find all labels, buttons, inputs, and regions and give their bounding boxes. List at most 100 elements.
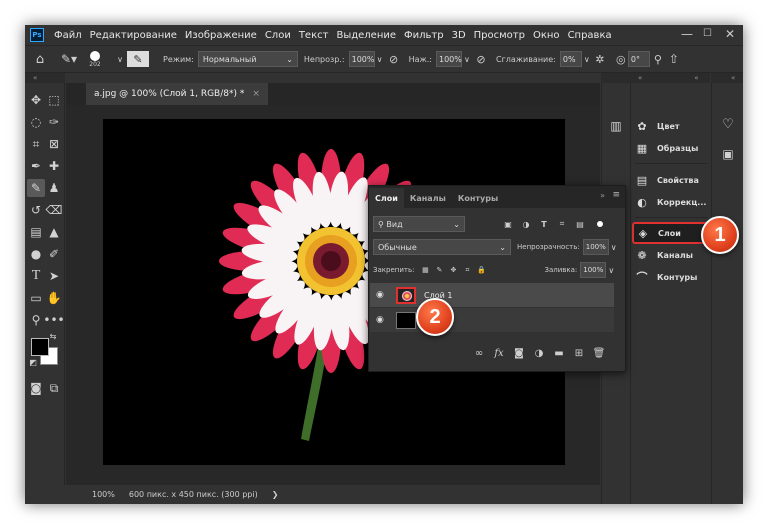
eraser-tool-icon[interactable]: ⌫ <box>45 201 63 219</box>
panel-menu-icon[interactable]: ≡ <box>612 190 620 200</box>
zoom-level[interactable]: 100% <box>92 490 115 499</box>
document-tab[interactable]: a.jpg @ 100% (Слой 1, RGB/8*) * × <box>86 83 268 105</box>
menu-help[interactable]: Справка <box>564 30 616 41</box>
swap-colors-icon[interactable]: ⇆ <box>47 331 59 341</box>
angle-input[interactable]: 0° <box>627 51 650 67</box>
lock-artboard-icon[interactable]: ⌗ <box>460 266 474 275</box>
tab-layers[interactable]: Слои <box>369 188 404 208</box>
hand-tool-icon[interactable]: ✋ <box>45 289 63 307</box>
chevron-down-icon[interactable]: ∨ <box>606 266 616 275</box>
menu-window[interactable]: Окно <box>529 30 564 41</box>
chevron-down-icon[interactable]: ∨ <box>582 55 592 64</box>
lock-all-icon[interactable]: 🔒 <box>474 266 488 274</box>
layer-row[interactable]: ◉ Слой 1 <box>370 283 614 307</box>
airbrush-icon[interactable]: ⊘ <box>472 53 490 66</box>
marquee-tool-icon[interactable]: ⬚ <box>45 91 63 109</box>
panels-collapse-strip[interactable]: «« <box>601 73 710 83</box>
menu-select[interactable]: Выделение <box>332 30 400 41</box>
rectangle-tool-icon[interactable]: ▭ <box>27 289 45 307</box>
lock-transparent-icon[interactable]: ▦ <box>418 266 432 274</box>
menu-view[interactable]: Просмотр <box>470 30 529 41</box>
menu-3d[interactable]: 3D <box>448 30 470 41</box>
layer-row[interactable]: ◉ <box>370 308 614 332</box>
gear-icon[interactable]: ✲ <box>592 53 608 66</box>
move-tool-icon[interactable]: ✥ <box>27 91 45 109</box>
menu-image[interactable]: Изображение <box>181 30 261 41</box>
add-mask-icon[interactable]: ◙ <box>509 348 529 359</box>
visibility-eye-icon[interactable]: ◉ <box>376 290 390 300</box>
home-icon[interactable]: ⌂ <box>25 52 55 67</box>
new-adjustment-layer-icon[interactable]: ◑ <box>529 348 549 359</box>
dodge-tool-icon[interactable]: ● <box>27 245 45 263</box>
new-group-icon[interactable]: ▬ <box>549 348 569 359</box>
panel-channels[interactable]: ❁ Каналы <box>633 244 709 266</box>
visibility-eye-icon[interactable]: ◉ <box>376 315 390 325</box>
blur-tool-icon[interactable]: ▲ <box>45 223 63 241</box>
panel-swatches[interactable]: ▦ Образцы <box>633 137 709 159</box>
close-tab-icon[interactable]: × <box>252 89 260 99</box>
quick-select-tool-icon[interactable]: ✑ <box>45 113 63 131</box>
link-layers-icon[interactable]: ∞ <box>469 348 489 359</box>
collapse-panel-icon[interactable]: » <box>600 191 605 200</box>
chevron-down-icon[interactable]: ∨ <box>113 55 127 64</box>
type-tool-icon[interactable]: T <box>27 267 45 285</box>
pressure-input[interactable]: 100% <box>435 51 462 67</box>
blend-mode-select[interactable]: Обычные ⌄ <box>373 239 511 255</box>
panel-layers[interactable]: ◈ Слои <box>632 222 710 244</box>
filter-type-icon[interactable]: T <box>535 220 553 229</box>
layer-thumbnail[interactable] <box>396 286 416 304</box>
status-menu-arrow-icon[interactable]: ❯ <box>272 490 279 499</box>
healing-brush-tool-icon[interactable]: ✚ <box>45 157 63 175</box>
fill-input[interactable]: 100% <box>580 262 607 278</box>
lasso-tool-icon[interactable]: ◌ <box>27 113 45 131</box>
eyedropper-tool-icon[interactable]: ✒ <box>27 157 45 175</box>
menu-layers[interactable]: Слои <box>261 30 295 41</box>
panels-expand-strip[interactable]: « <box>711 73 743 83</box>
chevron-down-icon[interactable]: ∨ <box>375 55 385 64</box>
brush-settings-icon[interactable]: ✎ <box>127 51 149 67</box>
toolbar-collapse-strip[interactable]: « <box>25 73 65 83</box>
screen-mode-icon[interactable]: ⧉ <box>45 379 63 397</box>
lock-image-icon[interactable]: ✎ <box>432 266 446 274</box>
panel-paths[interactable]: ⌒ Контуры <box>633 266 709 288</box>
minimize-button[interactable]: — <box>681 27 693 41</box>
layer-filter-select[interactable]: ⚲ Вид ⌄ <box>373 216 465 232</box>
maximize-button[interactable]: ☐ <box>703 28 712 39</box>
brush-tool-icon[interactable]: ✎ <box>27 179 45 197</box>
new-layer-icon[interactable]: ⊞ <box>569 348 589 359</box>
libraries-icon[interactable]: ▣ <box>719 145 737 163</box>
panel-color[interactable]: ✿ Цвет <box>633 115 709 137</box>
brush-size-picker[interactable]: 202 <box>83 50 107 68</box>
opacity-input[interactable]: 100% <box>348 51 375 67</box>
filter-pixel-icon[interactable]: ▣ <box>499 220 517 229</box>
mode-select[interactable]: Нормальный ⌄ <box>197 51 298 67</box>
frame-tool-icon[interactable]: ⊠ <box>45 135 63 153</box>
gradient-tool-icon[interactable]: ▤ <box>27 223 45 241</box>
layer-style-icon[interactable]: fx <box>489 348 509 359</box>
smoothing-input[interactable]: 0% <box>559 51 582 67</box>
panel-properties[interactable]: ▤ Свойства <box>633 169 709 191</box>
lock-position-icon[interactable]: ✥ <box>446 266 460 274</box>
menu-filter[interactable]: Фильтр <box>400 30 448 41</box>
delete-layer-icon[interactable]: 🗑 <box>589 348 609 359</box>
panel-adjustments[interactable]: ◐ Коррекц... <box>633 191 709 213</box>
share-icon[interactable]: ⇧ <box>666 52 682 66</box>
filter-adjustment-icon[interactable]: ◑ <box>517 220 535 229</box>
pressure-opacity-icon[interactable]: ⊘ <box>385 53 403 66</box>
path-selection-tool-icon[interactable]: ➤ <box>45 267 63 285</box>
pen-tool-icon[interactable]: ✐ <box>45 245 63 263</box>
history-brush-tool-icon[interactable]: ↺ <box>27 201 45 219</box>
tab-channels[interactable]: Каналы <box>404 188 452 208</box>
history-panel-icon[interactable]: ▥ <box>607 117 625 135</box>
close-button[interactable]: ✕ <box>725 27 735 41</box>
menu-file[interactable]: Файл <box>50 30 86 41</box>
layer-thumbnail[interactable] <box>396 311 416 329</box>
filter-shape-icon[interactable]: ⌗ <box>553 219 571 229</box>
zoom-tool-icon[interactable]: ⚲ <box>27 311 45 329</box>
menu-type[interactable]: Текст <box>295 30 333 41</box>
more-tools-icon[interactable]: ••• <box>43 311 64 329</box>
brush-preset-icon[interactable]: ✎▾ <box>55 52 83 66</box>
chevron-down-icon[interactable]: ∨ <box>609 243 619 252</box>
tab-paths[interactable]: Контуры <box>452 188 504 208</box>
stamp-tool-icon[interactable]: ♟ <box>45 179 63 197</box>
